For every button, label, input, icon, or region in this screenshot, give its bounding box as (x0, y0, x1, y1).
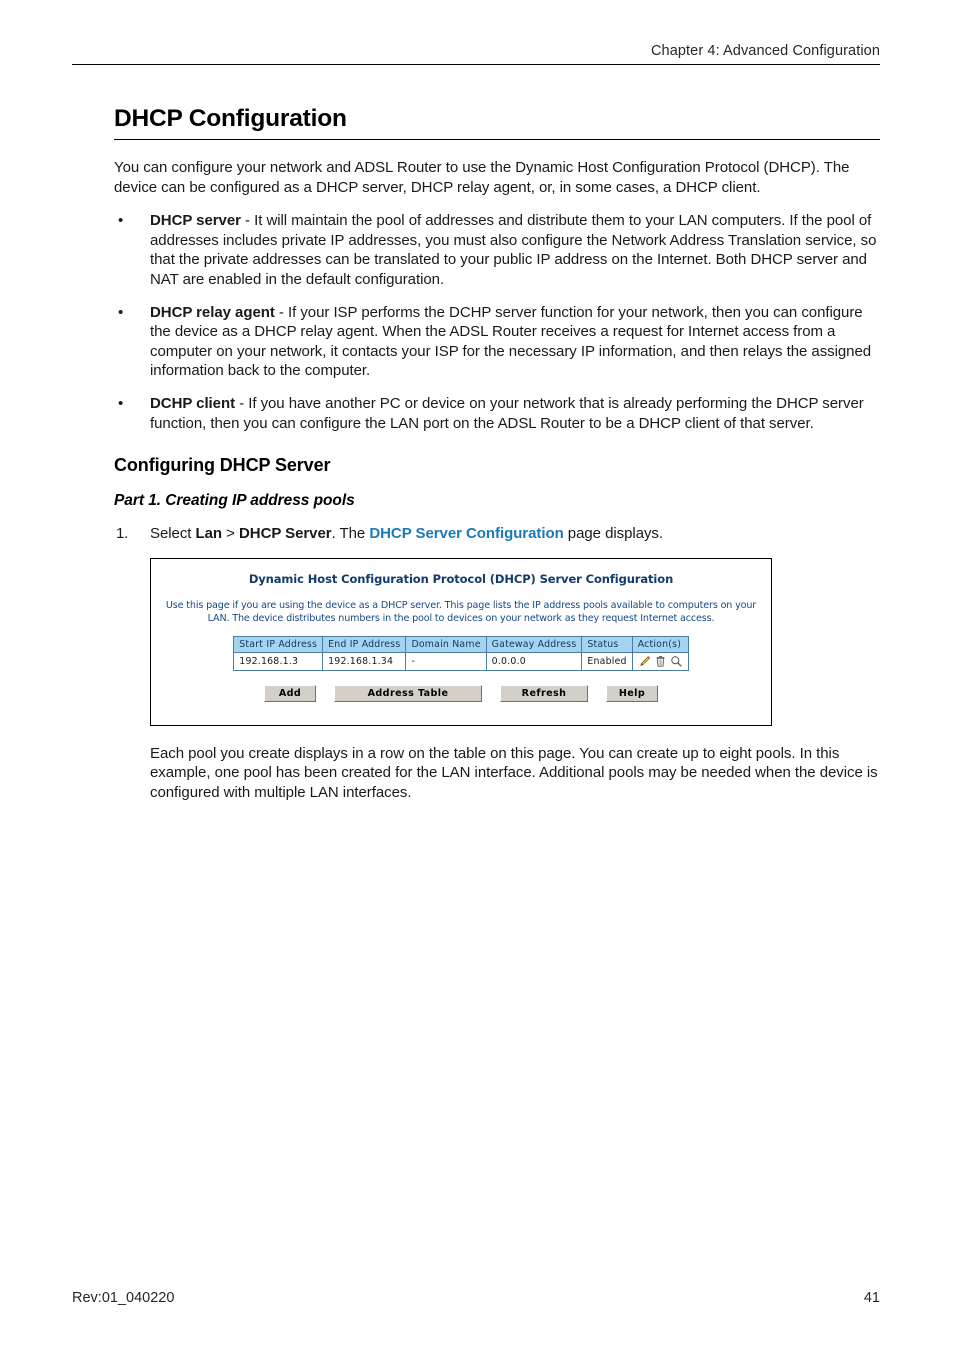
running-header: Chapter 4: Advanced Configuration (72, 42, 880, 65)
ip-address-pool-table: Start IP Address End IP Address Domain N… (233, 635, 689, 671)
pool-table-area: Start IP Address End IP Address Domain N… (151, 635, 771, 671)
router-ui-screenshot: Dynamic Host Configuration Protocol (DHC… (150, 557, 772, 726)
table-head: Start IP Address End IP Address Domain N… (233, 635, 689, 653)
list-item-text: - If you have another PC or device on yo… (150, 394, 864, 432)
content-column: DHCP Configuration You can configure you… (114, 104, 880, 817)
table-header-row: Start IP Address End IP Address Domain N… (233, 635, 689, 653)
intro-paragraph: You can configure your network and ADSL … (114, 159, 850, 196)
screenshot-description: Use this page if you are using the devic… (165, 599, 757, 624)
column-header-start-ip: Start IP Address (233, 635, 324, 653)
bullet-dot: • (118, 394, 124, 412)
section-heading: Configuring DHCP Server (114, 455, 331, 476)
cell-actions (631, 651, 689, 671)
column-header-domain-name: Domain Name (405, 635, 487, 653)
column-header-end-ip: End IP Address (322, 635, 407, 653)
document-page: Chapter 4: Advanced Configuration DHCP C… (0, 0, 954, 1351)
help-button[interactable]: Help (606, 684, 658, 702)
address-table-button[interactable]: Address Table (334, 684, 482, 702)
column-header-status: Status (581, 635, 633, 653)
list-item: • DCHP client - If you have another PC o… (114, 394, 880, 433)
title-rule (114, 139, 880, 140)
step-suffix: page displays. (563, 525, 664, 543)
page-title: DHCP Configuration (114, 105, 347, 132)
menu-separator: > (222, 525, 239, 543)
step-prefix: Select (150, 525, 196, 543)
cell-domain-name: - (405, 651, 487, 671)
subsection-heading: Part 1. Creating IP address pools (114, 492, 355, 510)
screenshot-button-bar: Add Address Table Refresh Help (151, 684, 771, 702)
list-item: • DHCP relay agent - If your ISP perform… (114, 303, 880, 381)
add-button[interactable]: Add (264, 684, 316, 702)
list-item-term: DHCP relay agent (150, 303, 275, 321)
action-icon-group (638, 655, 683, 668)
cell-gateway-address: 0.0.0.0 (485, 651, 583, 671)
bullet-dot: • (118, 212, 124, 230)
cell-end-ip: 192.168.1.34 (322, 651, 407, 671)
page-footer: Rev:01_040220 41 (72, 1290, 880, 1306)
pencil-edit-icon[interactable] (638, 655, 651, 668)
cell-start-ip: 192.168.1.3 (233, 651, 324, 671)
trash-delete-icon[interactable] (654, 655, 667, 668)
list-item: • DHCP server - It will maintain the poo… (114, 211, 880, 289)
chapter-label: Chapter 4: Advanced Configuration (650, 43, 880, 59)
cell-status: Enabled (581, 651, 633, 671)
step-number: 1. (116, 525, 129, 543)
dhcp-mode-list: • DHCP server - It will maintain the poo… (114, 211, 880, 433)
closing-paragraph: Each pool you create displays in a row o… (150, 744, 878, 801)
table-row: 192.168.1.3 192.168.1.34 - 0.0.0.0 Enabl… (233, 651, 689, 671)
header-rule (72, 64, 880, 65)
column-header-gateway-address: Gateway Address (485, 635, 583, 653)
refresh-button[interactable]: Refresh (500, 684, 588, 702)
list-item-term: DCHP client (150, 394, 236, 412)
step-1: 1. Select Lan > DHCP Server. The DHCP Ser… (114, 524, 880, 544)
list-item-text: - It will maintain the pool of addresses… (150, 212, 877, 288)
dhcp-server-configuration-link[interactable]: DHCP Server Configuration (369, 525, 563, 542)
menu-path-lan: Lan (195, 525, 223, 543)
table-body: 192.168.1.3 192.168.1.34 - 0.0.0.0 Enabl… (233, 651, 689, 671)
menu-path-dhcp-server: DHCP Server (239, 525, 332, 543)
revision-label: Rev:01_040220 (72, 1290, 175, 1306)
bullet-dot: • (118, 303, 124, 321)
column-header-actions: Action(s) (631, 635, 689, 653)
step-middle: . The (331, 525, 370, 543)
screenshot-title: Dynamic Host Configuration Protocol (DHC… (248, 571, 674, 586)
list-item-term: DHCP server (150, 212, 241, 230)
screenshot-figure: Dynamic Host Configuration Protocol (DHC… (150, 557, 880, 726)
magnifier-view-icon[interactable] (670, 655, 683, 668)
page-number: 41 (863, 1290, 880, 1306)
